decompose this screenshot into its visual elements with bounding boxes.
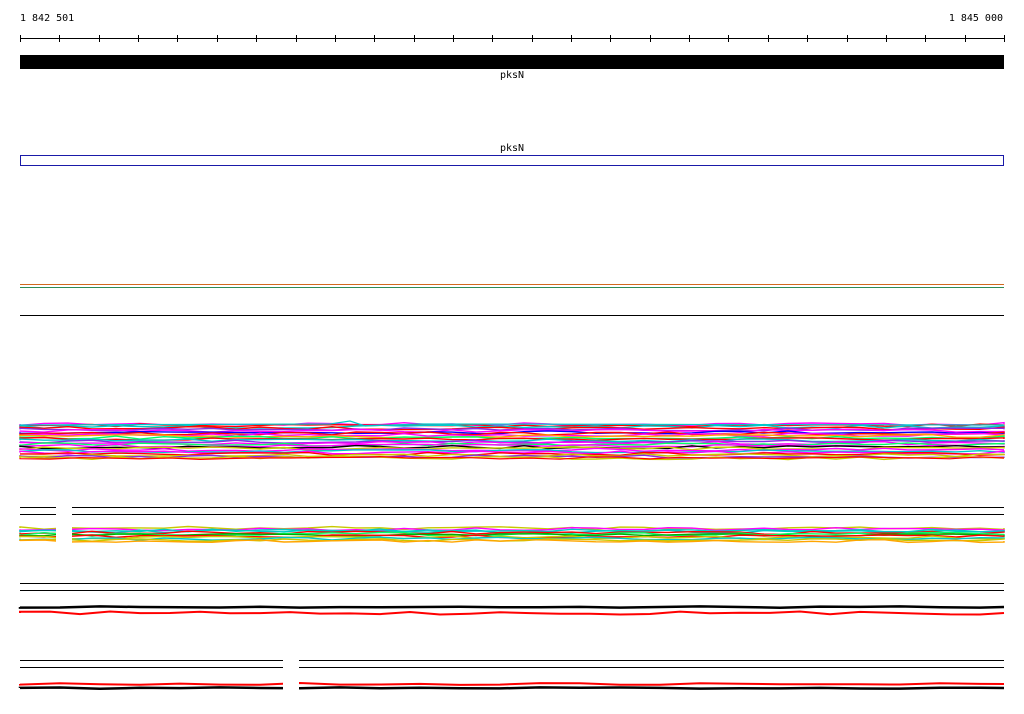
gene-outline-pksN[interactable] bbox=[20, 155, 1004, 166]
alignment-gap bbox=[283, 655, 299, 695]
gene-bar-pksN[interactable] bbox=[20, 55, 1004, 69]
alignment-track-1[interactable] bbox=[19, 420, 1005, 461]
alignment-track-2[interactable] bbox=[19, 503, 1005, 545]
alignment-line bbox=[18, 605, 1005, 609]
separator-tracks bbox=[20, 284, 1004, 316]
alignment-line bbox=[19, 681, 1005, 686]
gene-label-pksN: pksN bbox=[499, 70, 525, 81]
alignment-gap bbox=[56, 503, 72, 515]
gene-label-pksN-2: pksN bbox=[499, 143, 525, 154]
alignment-gap bbox=[56, 524, 72, 545]
alignment-track-3[interactable] bbox=[18, 583, 1005, 616]
alignment-line bbox=[19, 610, 1005, 616]
coordinate-ruler bbox=[20, 35, 1005, 42]
alignment-track-4[interactable] bbox=[18, 655, 1005, 695]
genome-track-viewer[interactable] bbox=[0, 0, 1024, 714]
alignment-line bbox=[18, 686, 1005, 690]
